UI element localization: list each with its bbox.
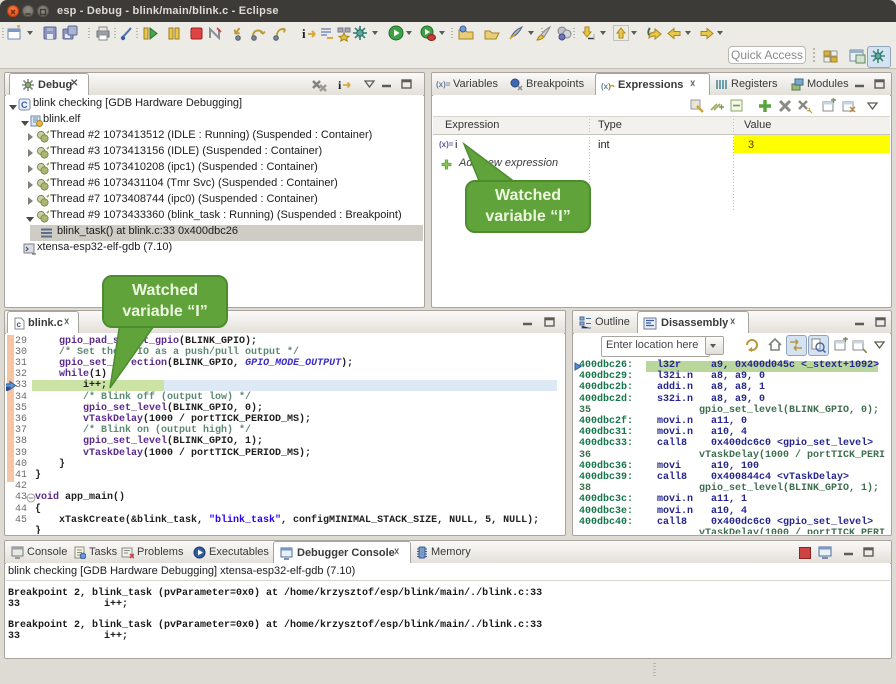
svg-text:i: i: [338, 78, 342, 92]
svg-text:c: c: [17, 320, 22, 329]
svg-text:(x)=: (x)=: [439, 140, 454, 149]
svg-text:(x)=: (x)=: [436, 80, 451, 89]
svg-text:C: C: [21, 100, 28, 110]
svg-text:i: i: [302, 26, 306, 41]
